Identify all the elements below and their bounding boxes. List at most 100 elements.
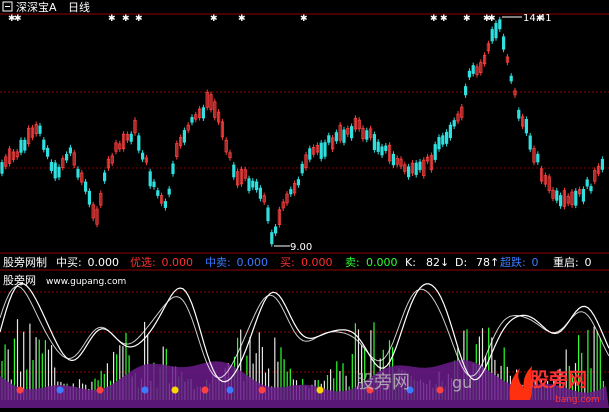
candle-body	[524, 119, 529, 134]
low-price-label: 9.00	[290, 242, 312, 253]
stock-chart-window: ✱ ✱ ✱ ✱ ✱ ✱ ✱ ✱ ✱ ✱ ✱ ✱ ✱ ✱ 14.41 9.00 深深宝A 日线 股旁网制 中…	[0, 0, 609, 408]
bottom-panel-label: 股旁网 www.gupang.com	[3, 273, 126, 287]
candle-body	[254, 181, 259, 191]
signal-dot	[96, 386, 104, 394]
candle-body	[323, 142, 327, 157]
candle-body	[600, 159, 605, 170]
indicator-value-6: 78↑	[476, 256, 499, 269]
candle-body	[441, 135, 445, 145]
candle-body	[555, 190, 559, 201]
candle-body	[53, 162, 57, 179]
kd-lines	[0, 282, 609, 383]
high-marker: 14.41	[502, 13, 552, 24]
signal-star-icon: ✱	[440, 14, 448, 24]
candle-body	[251, 180, 255, 188]
candle-body	[501, 36, 506, 50]
candlestick-series	[0, 16, 605, 247]
title-bar: 深深宝A 日线	[2, 0, 90, 14]
signal-dot	[436, 386, 444, 394]
candle-body	[38, 125, 42, 134]
candle-body	[391, 153, 396, 166]
low-marker: 9.00	[274, 242, 312, 253]
candle-body	[46, 147, 50, 157]
signal-star-icon: ✱	[135, 14, 143, 24]
candle-body	[319, 142, 323, 159]
candle-body	[384, 145, 388, 151]
candle-body	[467, 70, 472, 78]
candle-body	[589, 186, 593, 192]
candle-body	[494, 23, 498, 39]
indicator-value-1: 0.000	[162, 256, 194, 269]
period-label: 日线	[68, 0, 90, 14]
candle-body	[0, 162, 4, 174]
candle-body	[19, 139, 23, 153]
indicator-item-1: 优选:	[130, 256, 156, 269]
candle-body	[308, 148, 312, 160]
site-url: www.gupang.com	[46, 277, 126, 287]
candle-body	[163, 201, 167, 208]
candle-body	[87, 190, 91, 205]
signal-star-icon: ✱	[210, 14, 218, 24]
candle-body	[273, 226, 278, 234]
candle-body	[68, 147, 72, 154]
candle-body	[156, 190, 160, 196]
candle-body	[152, 181, 156, 187]
candle-body	[463, 86, 468, 96]
candle-body	[471, 65, 475, 74]
candle-body	[414, 162, 418, 175]
candle-body	[103, 172, 107, 182]
candle-body	[437, 137, 441, 150]
candle-body	[129, 133, 133, 142]
candle-body	[23, 140, 27, 151]
candle-body	[574, 190, 578, 206]
signal-star-icon: ✱	[238, 14, 246, 24]
indicator-item-7: 超跌:	[500, 255, 526, 269]
signal-dot	[56, 386, 64, 394]
indicator-value-7: 0	[532, 256, 539, 269]
signal-dot	[226, 386, 234, 394]
candle-body	[300, 163, 304, 174]
candle-body	[517, 109, 521, 119]
indicator-value-2: 0.000	[237, 256, 269, 269]
candle-body	[498, 19, 502, 30]
signal-star-icon: ✱	[430, 14, 438, 24]
candle-body	[418, 161, 422, 171]
k-line	[0, 282, 609, 383]
candle-body	[342, 129, 346, 143]
indicator-header: 股旁网制 中买: 0.000 优选: 0.000 中卖: 0.000 买: 0.000 卖: 0.…	[3, 255, 592, 269]
candle-body	[334, 132, 339, 142]
signal-dot	[201, 386, 209, 394]
indicator-value-3: 0.000	[301, 256, 333, 269]
candle-body	[49, 161, 54, 171]
candle-body	[232, 164, 236, 178]
candle-body	[406, 166, 411, 178]
signal-dot	[258, 386, 266, 394]
candle-body	[327, 135, 331, 143]
indicator-item-8: 重启:	[553, 255, 579, 269]
candle-body	[247, 178, 251, 191]
candle-body	[289, 189, 293, 195]
candle-body	[182, 130, 186, 143]
candle-body	[65, 153, 69, 161]
candle-body	[372, 134, 377, 151]
signal-dot	[16, 386, 24, 394]
indicator-item-4: 卖:	[345, 256, 360, 269]
indicator-item-5: K:	[405, 256, 416, 269]
chart-canvas[interactable]: ✱✱ ✱ ✱ ✱ ✱ ✱ ✱ ✱ ✱ ✱ ✱✱ ✱ 14.41 9.00 深深宝A 日线 股旁网制 中…	[0, 0, 609, 408]
stock-name: 深深宝A	[16, 0, 57, 14]
candle-body	[266, 207, 270, 222]
watermark-en: gu	[452, 373, 472, 392]
candle-body	[84, 181, 88, 192]
candle-body	[140, 152, 145, 160]
candle-body	[581, 188, 586, 202]
indicator-item-0: 中买:	[56, 256, 82, 269]
indicator-value-4: 0.000	[366, 256, 398, 269]
candle-body	[490, 29, 494, 42]
candle-body	[270, 232, 274, 245]
candle-body	[190, 117, 194, 123]
candle-body	[528, 135, 532, 150]
signal-star-icon: ✱	[463, 14, 471, 24]
candle-body	[380, 146, 384, 156]
indicator-name: 股旁网制	[3, 255, 47, 269]
signal-dot	[316, 386, 324, 394]
